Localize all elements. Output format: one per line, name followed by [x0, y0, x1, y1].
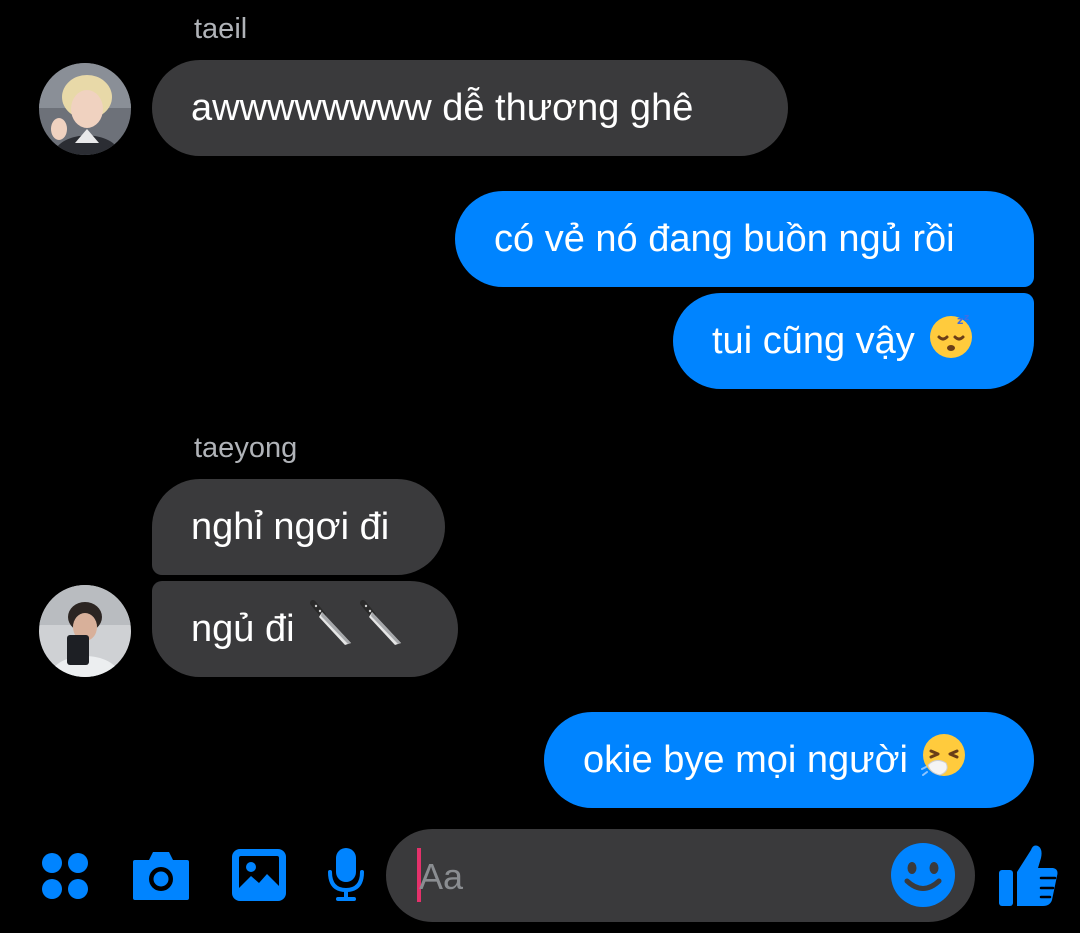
svg-text:z: z	[964, 313, 969, 323]
message-text: nghỉ ngơi đi	[191, 505, 390, 548]
svg-text:z: z	[957, 314, 963, 327]
message-input-placeholder: Aa	[419, 856, 464, 897]
message-input[interactable]	[386, 829, 975, 922]
sneezing-face-icon	[920, 731, 968, 789]
message-bubble-outgoing[interactable]: okie bye mọi người	[544, 712, 1034, 808]
microphone-icon[interactable]	[326, 846, 366, 907]
avatar-taeyong-image	[39, 585, 131, 677]
kitchen-knife-icon	[307, 599, 407, 659]
message-text: tui cũng vậy	[712, 319, 915, 362]
thumbs-up-icon[interactable]	[997, 842, 1059, 913]
message-text: có vẻ nó đang buồn ngủ rồi	[494, 217, 955, 260]
message-text: awwwwwwww dễ thương ghê	[191, 86, 694, 129]
message-text: okie bye mọi người	[583, 738, 908, 781]
camera-icon[interactable]	[131, 848, 191, 907]
avatar-taeil-image	[39, 63, 131, 155]
sender-name-taeil: taeil	[194, 13, 248, 45]
avatar-taeyong[interactable]	[39, 585, 131, 677]
emoji-icon[interactable]	[890, 842, 956, 913]
message-bubble-outgoing[interactable]: tui cũng vậy z z	[673, 293, 1034, 389]
menu-dots-icon[interactable]	[41, 852, 89, 905]
chat-screen: taeil awwwwwwww dễ thương ghê có vẻ nó đ…	[0, 0, 1080, 933]
avatar-taeil[interactable]	[39, 63, 131, 155]
message-bubble-incoming[interactable]: awwwwwwww dễ thương ghê	[152, 60, 788, 156]
sleeping-face-icon: z z	[927, 312, 975, 370]
message-bubble-incoming[interactable]: ngủ đi	[152, 581, 458, 677]
sender-name-taeyong: taeyong	[194, 432, 298, 464]
message-bubble-incoming[interactable]: nghỉ ngơi đi	[152, 479, 445, 575]
gallery-icon[interactable]	[231, 848, 287, 907]
message-bubble-outgoing[interactable]: có vẻ nó đang buồn ngủ rồi	[455, 191, 1034, 287]
message-text: ngủ đi	[191, 607, 295, 650]
